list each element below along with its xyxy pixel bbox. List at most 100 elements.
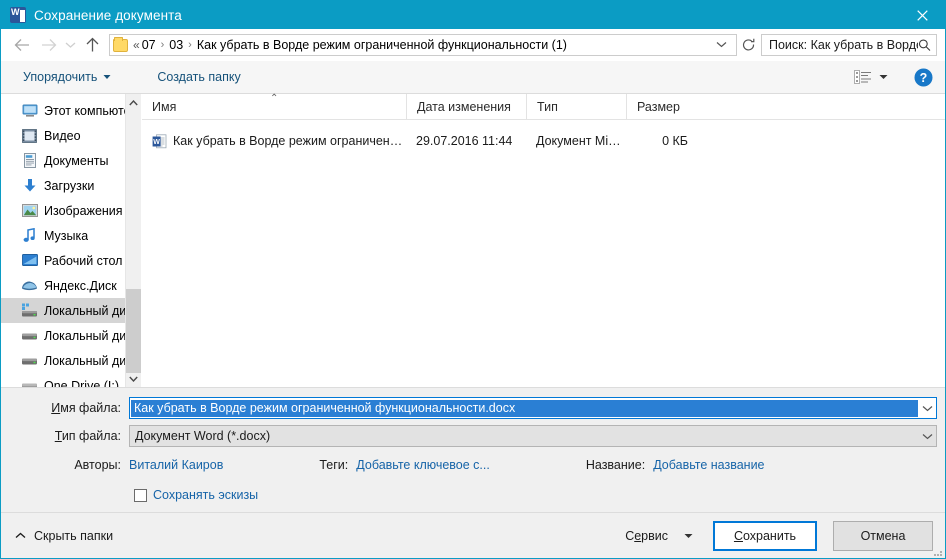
chevron-down-icon xyxy=(922,405,932,411)
arrow-left-icon xyxy=(14,39,29,51)
sidebar-label: One Drive (I:) xyxy=(44,378,120,388)
hide-folders-label: Скрыть папки xyxy=(34,528,114,543)
change-view-button[interactable] xyxy=(850,67,892,87)
filetype-row: Тип файла: Документ Word (*.docx) xyxy=(9,424,937,448)
save-thumbnails-checkbox[interactable] xyxy=(134,488,147,502)
arrow-up-icon xyxy=(86,37,98,52)
new-folder-label: Создать папку xyxy=(157,70,241,84)
sidebar-item-desktop[interactable]: Рабочий стол xyxy=(1,248,141,273)
window-title: Сохранение документа xyxy=(34,7,182,23)
tools-label: Сервис xyxy=(625,529,668,543)
sidebar-item-yandex-disk[interactable]: Яндекс.Диск xyxy=(1,273,141,298)
command-toolbar: Упорядочить Создать папку ? xyxy=(1,61,945,94)
sidebar-label: Яндекс.Диск xyxy=(44,278,117,293)
sidebar-item-local-disk-system[interactable]: Локальный дис xyxy=(1,298,141,323)
arrow-right-icon xyxy=(41,39,56,51)
downloads-icon xyxy=(21,178,38,194)
help-button[interactable]: ? xyxy=(912,66,935,89)
recent-locations-button[interactable] xyxy=(61,32,79,58)
cancel-label: Отмена xyxy=(860,528,906,543)
folder-icon xyxy=(113,36,128,52)
refresh-button[interactable] xyxy=(737,34,761,56)
title-label: Название: xyxy=(585,458,646,472)
yandex-disk-icon xyxy=(21,278,38,294)
filename-value[interactable]: Как убрать в Ворде режим ограниченной фу… xyxy=(131,399,918,417)
chevron-down-icon xyxy=(129,376,138,382)
filename-dropdown-button[interactable] xyxy=(918,398,936,418)
scroll-up-button[interactable] xyxy=(126,94,142,111)
sidebar-item-local-disk-2[interactable]: Локальный дис xyxy=(1,323,141,348)
sort-ascending-icon: ⌃ xyxy=(270,92,279,104)
dialog-footer: Скрыть папки Сервис Сохранить Отмена xyxy=(1,512,945,558)
column-header-date[interactable]: Дата изменения xyxy=(406,93,526,120)
save-thumbnails-row: Сохранять эскизы xyxy=(9,482,937,508)
sidebar-item-local-disk-3[interactable]: Локальный дис xyxy=(1,348,141,373)
sidebar-item-documents[interactable]: Документы xyxy=(1,148,141,173)
sidebar-label: Локальный дис xyxy=(44,353,133,368)
tools-button[interactable]: Сервис xyxy=(619,525,699,547)
sidebar-label: Документы xyxy=(44,153,109,168)
crumb-separator-2: › xyxy=(188,39,192,51)
save-thumbnails-label[interactable]: Сохранять эскизы xyxy=(153,488,258,502)
svg-text:?: ? xyxy=(920,71,928,85)
sidebar-item-one-drive[interactable]: One Drive (I:) xyxy=(1,373,141,387)
authors-label: Авторы: xyxy=(74,458,121,472)
sidebar-label: Этот компьютер xyxy=(44,103,138,118)
tags-value[interactable]: Добавьте ключевое с... xyxy=(356,458,490,472)
authors-value[interactable]: Виталий Каиров xyxy=(129,458,223,472)
desktop-icon xyxy=(21,253,38,269)
column-label: Тип xyxy=(537,99,558,114)
sidebar-item-music[interactable]: Музыка xyxy=(1,223,141,248)
save-button[interactable]: Сохранить xyxy=(713,520,817,551)
organize-button[interactable]: Упорядочить xyxy=(19,67,115,87)
search-input[interactable] xyxy=(769,38,919,52)
sidebar-item-pictures[interactable]: Изображения xyxy=(1,198,141,223)
back-button[interactable] xyxy=(9,32,35,58)
tools-label-post: рвис xyxy=(641,528,668,543)
scrollbar-track[interactable] xyxy=(125,111,141,373)
title-value[interactable]: Добавьте название xyxy=(653,458,764,472)
new-folder-button[interactable]: Создать папку xyxy=(153,67,244,87)
column-header-name[interactable]: Имя ⌃ xyxy=(142,92,406,120)
filename-input[interactable]: Как убрать в Ворде режим ограниченной фу… xyxy=(129,397,937,419)
save-label-post: охранить xyxy=(742,528,797,543)
resize-grip-icon[interactable] xyxy=(931,545,943,557)
sidebar-item-video[interactable]: Видео xyxy=(1,123,141,148)
column-label: Размер xyxy=(637,99,680,114)
chevron-down-icon xyxy=(65,42,75,48)
column-header-type[interactable]: Тип xyxy=(526,93,626,120)
column-header-size[interactable]: Размер xyxy=(626,93,704,120)
navigation-bar: « › 07 › 03 › Как убрать в Ворде режим о… xyxy=(1,29,945,61)
forward-button[interactable] xyxy=(35,32,61,58)
filetype-label-text: ип файла: xyxy=(61,429,121,443)
filetype-dropdown-button[interactable] xyxy=(918,426,936,446)
crumb-separator-1: › xyxy=(160,39,165,51)
filetype-label: Тип файла: xyxy=(9,429,129,443)
breadcrumb-current-folder[interactable]: Как убрать в Ворде режим ограниченной фу… xyxy=(197,38,567,52)
up-button[interactable] xyxy=(79,32,105,58)
chevron-down-icon xyxy=(684,533,693,538)
chevron-down-icon xyxy=(922,433,932,439)
hide-folders-button[interactable]: Скрыть папки xyxy=(15,529,113,543)
breadcrumb-03[interactable]: 03 xyxy=(169,38,183,52)
close-button[interactable] xyxy=(899,1,945,29)
chevron-down-icon xyxy=(716,41,727,47)
address-prefix: « xyxy=(133,38,140,52)
sidebar-item-downloads[interactable]: Загрузки xyxy=(1,173,141,198)
file-name-label: Как убрать в Ворде режим ограниченн... xyxy=(173,134,406,148)
filename-row: Имя файла: Как убрать в Ворде режим огра… xyxy=(9,396,937,420)
table-row[interactable]: W Как убрать в Ворде режим ограниченн...… xyxy=(142,128,945,154)
search-box[interactable] xyxy=(761,34,937,56)
breadcrumb-07[interactable]: 07 xyxy=(142,38,156,52)
sidebar-item-this-pc[interactable]: Этот компьютер xyxy=(1,98,141,123)
cancel-button[interactable]: Отмена xyxy=(833,520,933,551)
filetype-select[interactable]: Документ Word (*.docx) xyxy=(129,425,937,447)
sidebar-scrollbar[interactable] xyxy=(125,94,141,387)
address-bar[interactable]: « › 07 › 03 › Как убрать в Ворде режим о… xyxy=(109,34,737,56)
address-dropdown-button[interactable] xyxy=(709,40,734,51)
column-header-row: Имя ⌃ Дата изменения Тип Размер xyxy=(142,92,945,120)
scrollbar-thumb[interactable] xyxy=(125,289,141,373)
sidebar-label: Рабочий стол xyxy=(44,253,123,268)
sidebar-label: Изображения xyxy=(44,203,123,218)
filename-accel: И xyxy=(51,401,61,415)
